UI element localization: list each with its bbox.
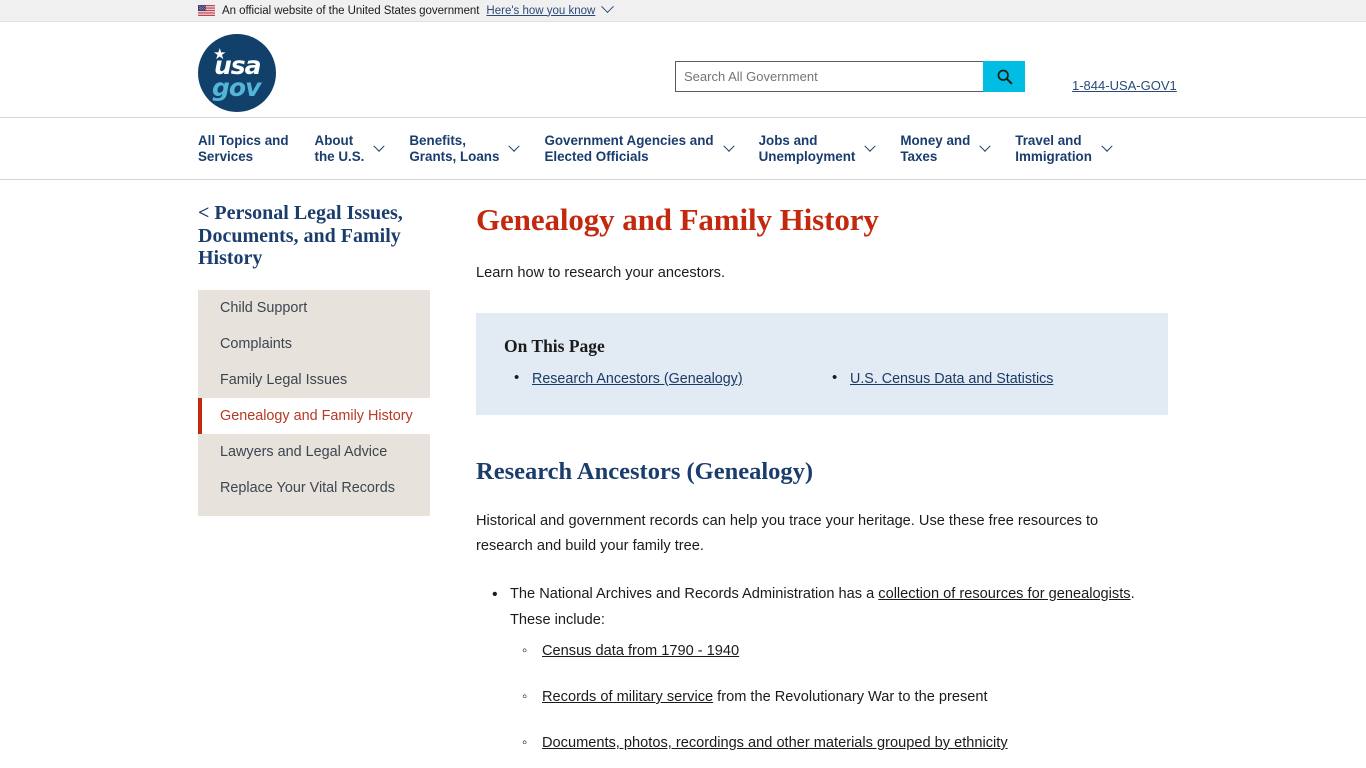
sidebar-item-active[interactable]: Genealogy and Family History xyxy=(198,397,430,434)
chevron-down-icon[interactable] xyxy=(508,140,521,157)
site-header: ★ usa gov 1-844-USA-GOV1 xyxy=(0,22,1366,118)
nav-item-label: Jobs and Unemployment xyxy=(758,132,856,164)
sidebar-item[interactable]: Lawyers and Legal Advice xyxy=(198,434,430,470)
on-this-page-link-1[interactable]: U.S. Census Data and Statistics xyxy=(850,371,1053,387)
sidebar-item[interactable]: Replace Your Vital Records xyxy=(198,470,430,506)
nav-item-label: About the U.S. xyxy=(314,132,365,164)
sub-list-link-1[interactable]: Records of military service xyxy=(542,689,713,705)
search-form xyxy=(675,61,1025,92)
on-this-page-item: Research Ancestors (Genealogy) xyxy=(504,368,822,389)
search-input[interactable] xyxy=(675,61,983,92)
chevron-down-icon[interactable] xyxy=(979,140,991,157)
nara-genealogists-link[interactable]: collection of resources for genealogists xyxy=(878,586,1130,602)
sidebar-back-link[interactable]: < Personal Legal Issues, Documents, and … xyxy=(198,202,430,270)
sidebar-item-label[interactable]: Child Support xyxy=(198,290,430,326)
usagov-logo[interactable]: ★ usa gov xyxy=(198,34,276,112)
page-intro-text: Learn how to research your ancestors. xyxy=(476,265,726,281)
sub-list-item: Documents, photos, recordings and other … xyxy=(510,731,1166,755)
chevron-down-icon[interactable] xyxy=(722,140,735,157)
nav-item-label: All Topics and Services xyxy=(198,132,289,164)
sidebar-item-label[interactable]: Family Legal Issues xyxy=(198,362,430,398)
chevron-down-icon[interactable] xyxy=(864,140,877,157)
sub-list-tail-text: from the Revolutionary War to the presen… xyxy=(713,689,988,705)
on-this-page-heading: On This Page xyxy=(504,336,605,356)
search-icon xyxy=(997,69,1012,85)
on-this-page-item: U.S. Census Data and Statistics xyxy=(822,368,1140,389)
sidebar-spacer xyxy=(198,506,430,516)
page-body: < Personal Legal Issues, Documents, and … xyxy=(190,180,1176,768)
sidebar-item[interactable]: Family Legal Issues xyxy=(198,362,430,398)
sub-list-link-0[interactable]: Census data from 1790 - 1940 xyxy=(542,643,739,659)
phone-number-link[interactable]: 1-844-USA-GOV1 xyxy=(1072,78,1177,93)
nav-item-6[interactable]: Travel and Immigration xyxy=(1015,132,1113,165)
nav-item-5[interactable]: Money and Taxes xyxy=(900,132,991,165)
nav-item-3[interactable]: Government Agencies and Elected Official… xyxy=(544,132,735,165)
us-flag-icon xyxy=(198,5,215,16)
search-submit-button[interactable] xyxy=(983,61,1025,92)
nav-item-label: Money and Taxes xyxy=(900,132,971,164)
nav-item-1[interactable]: About the U.S. xyxy=(314,132,386,165)
banner-link-label: Here's how you know xyxy=(486,4,596,17)
sidebar-item-label[interactable]: Genealogy and Family History xyxy=(202,398,430,434)
nav-item-label: Benefits, Grants, Loans xyxy=(409,132,500,164)
on-this-page-list: Research Ancestors (Genealogy) U.S. Censu… xyxy=(504,368,1140,389)
resource-bullet-list: The National Archives and Records Admini… xyxy=(476,582,1166,755)
nav-item-label: Travel and Immigration xyxy=(1015,132,1092,164)
nav-item-label: Government Agencies and Elected Official… xyxy=(544,132,714,164)
list-item: The National Archives and Records Admini… xyxy=(476,582,1166,755)
chevron-down-icon[interactable] xyxy=(1101,140,1113,157)
sidebar-menu: Child Support Complaints Family Legal Issu… xyxy=(198,289,430,516)
primary-navigation: All Topics and Services About the U.S. Ben… xyxy=(0,118,1366,180)
official-gov-banner: An official website of the United States… xyxy=(0,0,1366,22)
sidebar-item[interactable]: Complaints xyxy=(198,326,430,362)
main-content: Genealogy and Family History Learn how t… xyxy=(430,202,1176,768)
resource-sub-list: Census data from 1790 - 1940 Records of m… xyxy=(510,639,1166,755)
logo-gov-text: gov xyxy=(212,73,261,102)
sub-list-item: Records of military service from the Rev… xyxy=(510,685,1166,709)
page-title: Genealogy and Family History xyxy=(476,202,879,237)
section-paragraph: Historical and government records can he… xyxy=(476,513,1099,554)
banner-how-you-know-toggle[interactable]: Here's how you know xyxy=(486,0,614,17)
sidebar-item-label[interactable]: Lawyers and Legal Advice xyxy=(198,434,430,470)
bullet-text-prefix: The National Archives and Records Admini… xyxy=(510,586,879,602)
sub-list-item: Census data from 1790 - 1940 xyxy=(510,639,1166,663)
banner-text: An official website of the United States… xyxy=(222,4,480,17)
sub-list-link-2[interactable]: Documents, photos, recordings and other … xyxy=(542,735,1008,751)
nav-item-0[interactable]: All Topics and Services xyxy=(198,133,289,165)
sidebar-item-label[interactable]: Complaints xyxy=(198,326,430,362)
chevron-down-icon xyxy=(600,0,614,17)
nav-item-4[interactable]: Jobs and Unemployment xyxy=(758,132,877,165)
nav-item-2[interactable]: Benefits, Grants, Loans xyxy=(409,132,521,165)
section-heading-research-ancestors: Research Ancestors (Genealogy) xyxy=(476,458,814,485)
chevron-down-icon[interactable] xyxy=(373,140,386,157)
on-this-page-link-0[interactable]: Research Ancestors (Genealogy) xyxy=(532,371,743,387)
sidebar-item-label[interactable]: Replace Your Vital Records xyxy=(198,470,430,506)
sidebar: < Personal Legal Issues, Documents, and … xyxy=(190,202,430,768)
on-this-page-box: On This Page Research Ancestors (Genealo… xyxy=(476,313,1168,415)
sidebar-item[interactable]: Child Support xyxy=(198,290,430,326)
